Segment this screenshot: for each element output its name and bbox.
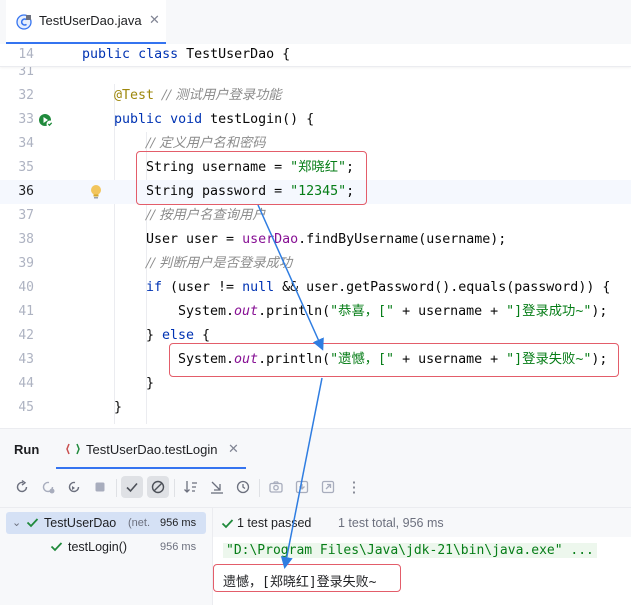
code-line: 32 @Test // 测试用户登录功能 bbox=[18, 88, 282, 103]
more-options-button[interactable]: ⋮ bbox=[343, 476, 365, 498]
show-ignored-button[interactable] bbox=[147, 476, 169, 498]
tests-total-text: 1 test total, 956 ms bbox=[338, 516, 444, 530]
tree-item-label: TestUserDao bbox=[44, 516, 117, 530]
highlight-box-fail-println bbox=[169, 343, 619, 377]
run-toolbar: ⋮ bbox=[0, 473, 631, 503]
highlight-box-console-output bbox=[213, 564, 401, 592]
stop-icon bbox=[95, 482, 105, 492]
run-panel-title[interactable]: Run bbox=[14, 442, 39, 457]
code-line: 40 if (user != null && user.getPassword(… bbox=[18, 280, 611, 295]
test-status-bar: 1 test passed 1 test total, 956 ms bbox=[213, 507, 631, 538]
run-header: Run TestUserDao.testLogin ✕ bbox=[0, 429, 631, 469]
code-text: public class TestUserDao { bbox=[82, 47, 291, 62]
code-line: 45 } bbox=[18, 400, 123, 415]
chevron-down-icon[interactable]: ⌄ bbox=[12, 516, 21, 529]
rerun-failed-icon bbox=[42, 481, 55, 494]
arrow-out-icon bbox=[321, 480, 335, 494]
import-icon bbox=[211, 481, 223, 494]
tree-item-detail: (net. bbox=[128, 517, 151, 529]
rerun-failed-button[interactable] bbox=[37, 476, 59, 498]
passed-check-icon bbox=[50, 542, 63, 552]
check-icon bbox=[126, 482, 138, 493]
stop-button[interactable] bbox=[89, 476, 111, 498]
export-icon bbox=[295, 480, 309, 494]
code-line: 41 System.out.println("恭喜，[" + username … bbox=[18, 304, 608, 319]
toggle-auto-test-button[interactable] bbox=[63, 476, 85, 498]
close-icon[interactable]: ✕ bbox=[228, 441, 239, 457]
screenshot-button[interactable] bbox=[265, 476, 287, 498]
editor-tab-testuserdao[interactable]: TestUserDao.java ✕ bbox=[6, 0, 166, 44]
import-tests-button[interactable] bbox=[206, 476, 228, 498]
tree-item-label: testLogin() bbox=[68, 540, 128, 554]
history-button[interactable] bbox=[232, 476, 254, 498]
camera-icon bbox=[269, 481, 283, 493]
test-results-tree: ⌄ TestUserDao (net. 956 ms testLogin() 9… bbox=[0, 507, 213, 605]
open-in-editor-button[interactable] bbox=[317, 476, 339, 498]
highlight-box-credentials bbox=[136, 151, 367, 205]
run-tab-title: TestUserDao.testLogin bbox=[86, 442, 218, 457]
run-tab-testlogin[interactable]: TestUserDao.testLogin ✕ bbox=[56, 429, 246, 469]
tree-item-testlogin[interactable]: testLogin() 956 ms bbox=[6, 536, 206, 558]
rerun-icon bbox=[16, 479, 28, 493]
export-results-button[interactable] bbox=[291, 476, 313, 498]
test-config-icon bbox=[66, 443, 80, 455]
editor-tab-bar: TestUserDao.java ✕ bbox=[0, 0, 631, 45]
passed-check-icon bbox=[221, 519, 234, 529]
tree-item-time: 956 ms bbox=[160, 517, 197, 529]
editor-tab-title: TestUserDao.java bbox=[39, 13, 142, 28]
history-icon bbox=[236, 480, 250, 494]
code-line: 39 // 判断用户是否登录成功 bbox=[18, 256, 293, 271]
auto-rerun-icon bbox=[68, 481, 80, 493]
passed-check-icon bbox=[26, 518, 39, 528]
sort-button[interactable] bbox=[180, 476, 202, 498]
line-number: 14 bbox=[18, 47, 34, 62]
close-icon[interactable]: ✕ bbox=[149, 12, 160, 28]
rerun-button[interactable] bbox=[11, 476, 33, 498]
code-line: 33 public void testLogin() { bbox=[18, 112, 315, 128]
code-line: 37 // 按用户名查询用户 bbox=[18, 208, 266, 223]
sort-icon bbox=[184, 481, 197, 493]
tree-item-time: 956 ms bbox=[160, 541, 197, 553]
tree-item-testuserdao[interactable]: ⌄ TestUserDao (net. 956 ms bbox=[6, 512, 206, 534]
code-editor[interactable]: 14 public class TestUserDao { 31 32 @Tes… bbox=[0, 44, 631, 428]
ignored-icon bbox=[151, 480, 165, 494]
console-command-line: "D:\Program Files\Java\jdk-21\bin\java.e… bbox=[223, 543, 597, 558]
code-line: 38 User user = userDao.findByUsername(us… bbox=[18, 232, 507, 247]
run-test-icon[interactable] bbox=[38, 112, 54, 128]
sticky-header-line: 14 public class TestUserDao { bbox=[0, 44, 631, 67]
java-class-icon bbox=[16, 14, 32, 30]
lightbulb-icon[interactable] bbox=[89, 184, 103, 200]
tests-passed-text: 1 test passed bbox=[237, 516, 312, 530]
show-passed-button[interactable] bbox=[121, 476, 143, 498]
